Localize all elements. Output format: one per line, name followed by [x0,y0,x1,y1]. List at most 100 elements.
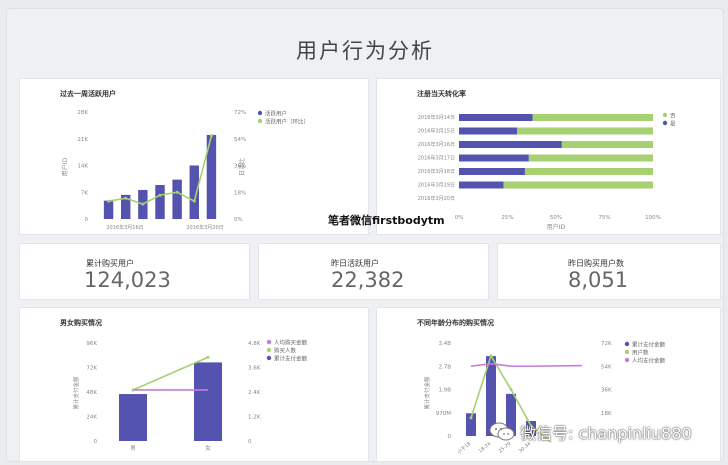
kpi-value: 8,051 [568,268,629,292]
axis-tick-label: 小于18 [456,440,473,455]
axis-tick-label: 2016年3月16日 [418,141,455,148]
x-axis-label: 用户ID [547,223,566,231]
conversion-chart: 2016年3月14日 2016年3月15日 2016年3月16日 2016年3月17日… [418,112,676,232]
legend-label: 是 [670,121,676,128]
chart-card-gender: 男女购买情况 96K 72K 48K 24K 0 4.8K 3.6K 2.4K 1.2K 0 累计支… [19,307,369,462]
axis-tick-label: 72% [234,110,246,116]
y-axis-label: 用户ID [61,157,69,176]
bar-segment [517,127,653,135]
bar-segment [459,168,525,175]
legend-marker [624,341,630,347]
watermark-wechat: 微信号: chanpinliu880 [488,420,692,444]
bar [194,362,222,441]
axis-tick-label: 100% [645,215,661,221]
series-point [206,355,210,359]
page-title: 用户行为分析 [296,39,434,63]
chart-title: 过去一周活跃用户 [60,90,116,98]
axis-tick-label: 2016年3月19日 [418,182,455,189]
axis-tick-label: 21K [77,137,88,143]
legend-label: 购买人数 [274,347,297,355]
series-point [158,193,162,197]
bar-segment [528,154,653,162]
watermark-wechat-text: 微信号: chanpinliu880 [520,424,692,443]
legend-marker [257,110,263,116]
axis-tick-label: 4.8K [248,341,261,347]
legend-marker [624,357,630,363]
axis-tick-label: 25% [501,215,513,221]
axis-tick-label: 2016年3月20日 [186,224,223,231]
axis-tick-label: 女 [205,444,211,452]
y-axis-label: 累计支付金额 [72,376,80,410]
legend-marker [257,118,263,124]
series-point [124,196,128,200]
gender-chart: 96K 72K 48K 24K 0 4.8K 3.6K 2.4K 1.2K 0 累计支付金额男 女 人均… [72,339,308,453]
axis-tick-label: 0 [248,439,252,445]
legend-label: 累计支付金额 [632,341,666,349]
axis-tick-label: 14K [77,164,88,170]
axis-tick-label: 0% [455,215,464,221]
axis-tick-label: 24K [86,415,97,421]
chart-card-weekly-active: 过去一周活跃用户 28K 21K 14K 7K 0 72% 54% 36% 18% 0% 用户ID 日… [19,78,369,235]
bar-segment [459,127,518,135]
legend-marker [266,347,272,353]
axis-tick-label: 18% [234,190,246,196]
bar-segment [561,141,653,148]
series-point [175,190,179,194]
axis-tick-label: 36K [601,388,612,394]
axis-tick-label: 0 [448,434,452,440]
axis-tick-label: 96K [86,341,97,347]
axis-tick-label: 54% [234,137,246,143]
legend-marker [662,120,668,126]
axis-tick-label: 2.7B [438,364,451,370]
legend-label: 人均购买金额 [274,339,308,347]
series-point [131,388,135,392]
bar [172,179,182,219]
y-axis-label: 累计支付金额 [423,376,431,410]
axis-tick-label: 1.2K [248,415,261,421]
legend-label: 用户数 [632,349,649,357]
axis-tick-label: 3.4B [438,341,451,347]
bar [155,184,165,219]
axis-tick-label: 7K [81,190,88,196]
legend-label: 活跃用户（环比） [265,118,309,126]
watermark-text: 笔者微信firstbodytm [328,214,445,227]
series-point [509,388,513,391]
axis-tick-label: 男 [130,445,136,452]
bar-segment [459,181,504,189]
legend-label: 否 [670,113,676,120]
kpi-card-yesterday-active: 昨日活跃用户 22,382 [258,243,489,300]
axis-tick-label: 3.6K [248,366,261,372]
axis-tick-label: 0% [234,217,243,223]
bar-segment [524,168,653,175]
axis-tick-label: 50% [550,215,562,221]
axis-tick-label: 48K [86,390,97,396]
kpi-card-yesterday-buyers: 昨日购买用户数 8,051 [497,243,721,300]
bar-segment [459,141,562,148]
bar [103,200,114,219]
axis-tick-label: 2016年3月20日 [418,195,455,202]
legend-marker [266,355,272,361]
axis-tick-label: 1.9B [438,388,451,394]
chart-title: 注册当天转化率 [417,90,466,98]
axis-tick-label: 72K [601,341,612,347]
kpi-value: 124,023 [84,268,171,292]
axis-tick-label: 2016年3月18日 [418,168,455,175]
axis-tick-label: 2016年3月16日 [106,224,143,231]
y2-axis-label: 日活比 [238,158,246,176]
legend-marker [662,112,668,118]
bar-segment [503,181,653,189]
series-point [107,199,111,203]
series-point [192,199,196,203]
series-point [141,202,145,206]
legend-marker [266,339,272,345]
axis-tick-label: 18K [601,411,612,417]
series-point [469,416,473,420]
series-point [209,134,213,138]
series-point [489,354,493,358]
axis-tick-label: 2.4K [248,390,261,396]
bar [189,165,199,219]
axis-tick-label: 72K [86,366,97,372]
bar [119,394,147,441]
axis-tick-label: 54K [601,364,612,370]
legend-label: 活跃用户 [265,110,287,118]
